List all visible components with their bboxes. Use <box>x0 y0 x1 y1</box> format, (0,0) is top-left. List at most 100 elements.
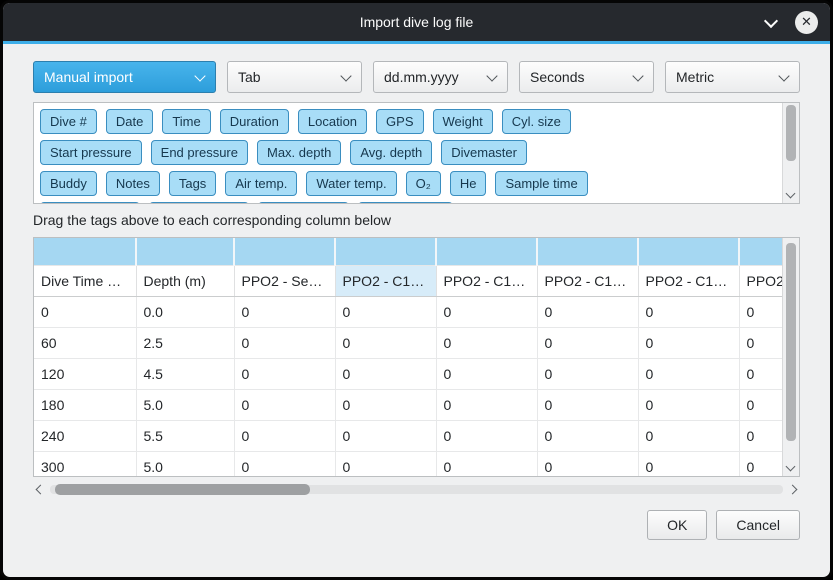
header-row: Dive Time …Depth (m)PPO2 - Se…PPO2 - C1…… <box>34 266 782 297</box>
ok-button[interactable]: OK <box>647 510 707 540</box>
duration-format-combo[interactable]: Seconds <box>519 61 654 93</box>
chevron-shape <box>764 14 778 28</box>
table-cell: 0 <box>739 390 782 421</box>
field-tag[interactable]: Time <box>162 109 210 134</box>
table-cell: 0 <box>537 359 638 390</box>
table-cell: 0 <box>436 421 537 452</box>
column-header[interactable]: PPO2 - C1… <box>335 266 436 297</box>
chevron-down-icon <box>778 70 789 81</box>
column-drop-zone[interactable] <box>739 238 782 266</box>
column-header[interactable]: PPO2 - C1… <box>739 266 782 297</box>
titlebar: Import dive log file ✕ <box>3 3 830 41</box>
column-header[interactable]: PPO2 - Se… <box>234 266 335 297</box>
scroll-right-arrow[interactable] <box>788 485 798 495</box>
tag-row: Sample depth Sample temp. Sample pO₂ Sample… <box>40 202 776 203</box>
window-title: Import dive log file <box>360 14 474 30</box>
column-drop-zone[interactable] <box>335 238 436 266</box>
column-drop-zone[interactable] <box>436 238 537 266</box>
units-combo[interactable]: Metric <box>665 61 800 93</box>
table-row: 00.0000000 <box>34 297 782 328</box>
table-cell: 0 <box>537 297 638 328</box>
table-cell: 0 <box>234 452 335 477</box>
field-tag[interactable]: Dive # <box>40 109 97 134</box>
field-tag[interactable]: Weight <box>433 109 493 134</box>
field-tag[interactable]: He <box>450 171 487 196</box>
table-cell: 0 <box>739 452 782 477</box>
column-header[interactable]: PPO2 - C1… <box>537 266 638 297</box>
table-cell: 0 <box>537 452 638 477</box>
table-cell: 0 <box>739 297 782 328</box>
column-header[interactable]: PPO2 - C1… <box>638 266 739 297</box>
field-tag[interactable]: Cyl. size <box>502 109 571 134</box>
field-tag[interactable]: Duration <box>220 109 289 134</box>
field-tag[interactable]: Location <box>298 109 367 134</box>
field-tag[interactable]: Tags <box>169 171 216 196</box>
table-cell: 0 <box>537 328 638 359</box>
field-tag[interactable]: Sample CNS <box>358 202 453 203</box>
chevron-down-icon <box>340 70 351 81</box>
field-tag[interactable]: Sample depth <box>40 202 140 203</box>
titlebar-controls: ✕ <box>764 3 818 41</box>
table-cell: 0 <box>436 452 537 477</box>
table-row: 1805.0000000 <box>34 390 782 421</box>
field-tag[interactable]: Air temp. <box>225 171 297 196</box>
table-cell: 0 <box>234 390 335 421</box>
cancel-button[interactable]: Cancel <box>716 510 800 540</box>
chevron-down-icon[interactable] <box>764 15 778 29</box>
column-drop-zone[interactable] <box>136 238 234 266</box>
column-band-row <box>34 238 782 266</box>
close-button[interactable]: ✕ <box>795 11 818 34</box>
field-tag[interactable]: Avg. depth <box>350 140 432 165</box>
field-tag[interactable]: Max. depth <box>257 140 341 165</box>
table-cell: 0 <box>335 421 436 452</box>
table-cell: 0 <box>234 297 335 328</box>
options-toolbar: Manual import Tab dd.mm.yyyy Seconds Met… <box>33 61 800 93</box>
field-tag[interactable]: O₂ <box>406 171 441 196</box>
scrollbar-thumb[interactable] <box>786 243 796 441</box>
field-separator-combo[interactable]: Tab <box>227 61 362 93</box>
table-row: 1204.5000000 <box>34 359 782 390</box>
scroll-down-arrow[interactable] <box>786 462 796 472</box>
field-tag[interactable]: GPS <box>376 109 423 134</box>
column-header[interactable]: Depth (m) <box>136 266 234 297</box>
field-tag[interactable]: Buddy <box>40 171 97 196</box>
import-type-combo[interactable]: Manual import <box>33 61 216 93</box>
table-vertical-scrollbar[interactable] <box>782 238 799 476</box>
scroll-down-arrow[interactable] <box>786 189 796 199</box>
horizontal-scrollbar[interactable] <box>33 482 800 497</box>
field-tag[interactable]: End pressure <box>151 140 248 165</box>
scrollbar-thumb[interactable] <box>55 484 310 495</box>
combo-value: Manual import <box>44 69 133 85</box>
column-drop-zone[interactable] <box>34 238 136 266</box>
table-cell: 5.0 <box>136 390 234 421</box>
field-tag[interactable]: Sample temp. <box>149 202 249 203</box>
column-drop-zone[interactable] <box>638 238 739 266</box>
table-cell: 0 <box>335 328 436 359</box>
scrollbar-thumb[interactable] <box>786 105 796 161</box>
table-cell: 300 <box>34 452 136 477</box>
tag-row: Dive # Date Time Duration Location GPS Weight C… <box>40 109 776 134</box>
field-tag[interactable]: Notes <box>106 171 160 196</box>
combo-value: Tab <box>238 69 261 85</box>
tag-panel: Dive # Date Time Duration Location GPS Weight C… <box>33 102 800 204</box>
column-drop-zone[interactable] <box>537 238 638 266</box>
date-format-combo[interactable]: dd.mm.yyyy <box>373 61 508 93</box>
table-cell: 0 <box>335 452 436 477</box>
field-tag[interactable]: Start pressure <box>40 140 142 165</box>
table-cell: 0 <box>638 328 739 359</box>
combo-value: Seconds <box>530 69 584 85</box>
field-tag[interactable]: Water temp. <box>306 171 396 196</box>
field-tag[interactable]: Sample pO₂ <box>258 202 348 203</box>
field-tag[interactable]: Divemaster <box>441 140 527 165</box>
tag-panel-vertical-scrollbar[interactable] <box>782 103 799 203</box>
table-cell: 0 <box>537 390 638 421</box>
column-header[interactable]: Dive Time … <box>34 266 136 297</box>
table-cell: 5.5 <box>136 421 234 452</box>
field-tag[interactable]: Date <box>106 109 153 134</box>
field-tag[interactable]: Sample time <box>495 171 587 196</box>
scroll-left-arrow[interactable] <box>36 485 46 495</box>
column-drop-zone[interactable] <box>234 238 335 266</box>
dialog-buttons: OK Cancel <box>33 510 800 540</box>
column-header[interactable]: PPO2 - C1… <box>436 266 537 297</box>
preview-table: Dive Time …Depth (m)PPO2 - Se…PPO2 - C1…… <box>34 238 782 476</box>
